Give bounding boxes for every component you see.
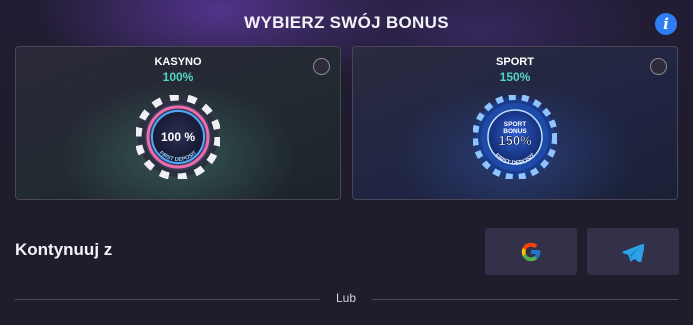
header: WYBIERZ SWÓJ BONUS i: [0, 0, 693, 46]
chip-amount: 100 %: [161, 130, 195, 144]
divider-left: [15, 299, 320, 300]
bonus-card-sport[interactable]: SPORT 150% SPORT BONUS 150% FIRST DEPOSI…: [352, 46, 678, 200]
info-icon[interactable]: i: [655, 13, 677, 35]
telegram-icon: [622, 243, 644, 262]
bonus-name: KASYNO: [154, 56, 202, 68]
page-title: WYBIERZ SWÓJ BONUS: [244, 13, 449, 32]
divider-text: Lub: [335, 291, 357, 305]
google-login-button[interactable]: [485, 228, 577, 275]
telegram-login-button[interactable]: [587, 228, 679, 275]
bonus-name: SPORT: [496, 56, 534, 68]
divider-right: [372, 299, 678, 300]
bonus-radio-sport[interactable]: [650, 58, 667, 75]
bonus-percent: 100%: [162, 70, 194, 84]
continue-with-label: Kontynuuj z: [15, 240, 113, 259]
chip-top-label: SPORT: [504, 121, 526, 128]
bonus-card-casino[interactable]: KASYNO 100% 100 % FIRST DEPOSIT: [15, 46, 341, 200]
google-icon: [521, 242, 541, 261]
sport-chip-icon: SPORT BONUS 150% FIRST DEPOSIT: [473, 95, 557, 179]
bonus-radio-casino[interactable]: [313, 58, 330, 75]
chip-amount: 150%: [498, 133, 532, 148]
bonus-percent: 150%: [499, 70, 531, 84]
casino-chip-icon: 100 % FIRST DEPOSIT: [136, 95, 220, 179]
